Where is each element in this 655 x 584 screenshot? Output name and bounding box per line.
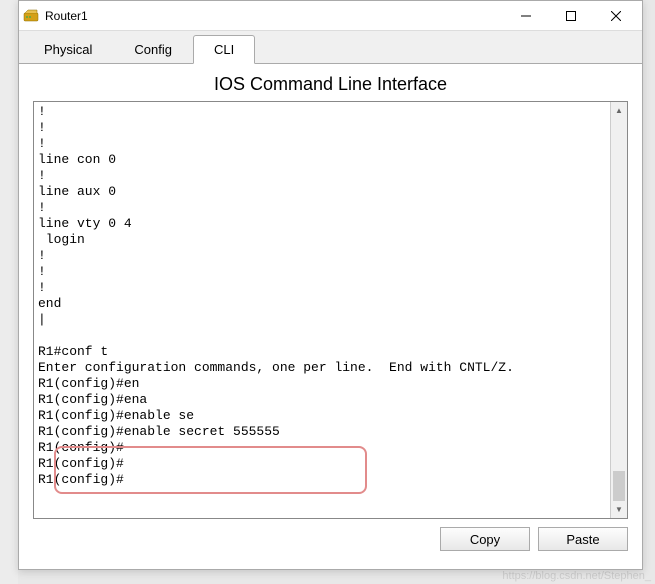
button-row: Copy Paste — [33, 519, 628, 551]
outer-background — [0, 0, 18, 584]
scroll-thumb[interactable] — [613, 471, 625, 501]
content-area: IOS Command Line Interface ! ! ! line co… — [19, 64, 642, 561]
tab-cli[interactable]: CLI — [193, 35, 255, 64]
maximize-button[interactable] — [548, 2, 593, 30]
tab-bar: Physical Config CLI — [19, 31, 642, 64]
window-controls — [503, 2, 638, 30]
scroll-track[interactable] — [611, 119, 627, 501]
paste-button[interactable]: Paste — [538, 527, 628, 551]
scroll-up-icon[interactable]: ▲ — [611, 102, 627, 119]
minimize-button[interactable] — [503, 2, 548, 30]
titlebar: Router1 — [19, 1, 642, 31]
app-icon — [23, 8, 39, 24]
watermark-text: https://blog.csdn.net/Stephen_ — [502, 570, 651, 582]
scrollbar[interactable]: ▲ ▼ — [610, 102, 627, 518]
close-button[interactable] — [593, 2, 638, 30]
router-window: Router1 Physical Config CLI IOS Command … — [18, 0, 643, 570]
cli-terminal[interactable]: ! ! ! line con 0 ! line aux 0 ! line vty… — [34, 102, 610, 518]
window-title: Router1 — [45, 9, 503, 23]
tab-config[interactable]: Config — [113, 35, 193, 63]
scroll-down-icon[interactable]: ▼ — [611, 501, 627, 518]
copy-button[interactable]: Copy — [440, 527, 530, 551]
cli-heading: IOS Command Line Interface — [33, 74, 628, 95]
terminal-container: ! ! ! line con 0 ! line aux 0 ! line vty… — [33, 101, 628, 519]
tab-physical[interactable]: Physical — [23, 35, 113, 63]
